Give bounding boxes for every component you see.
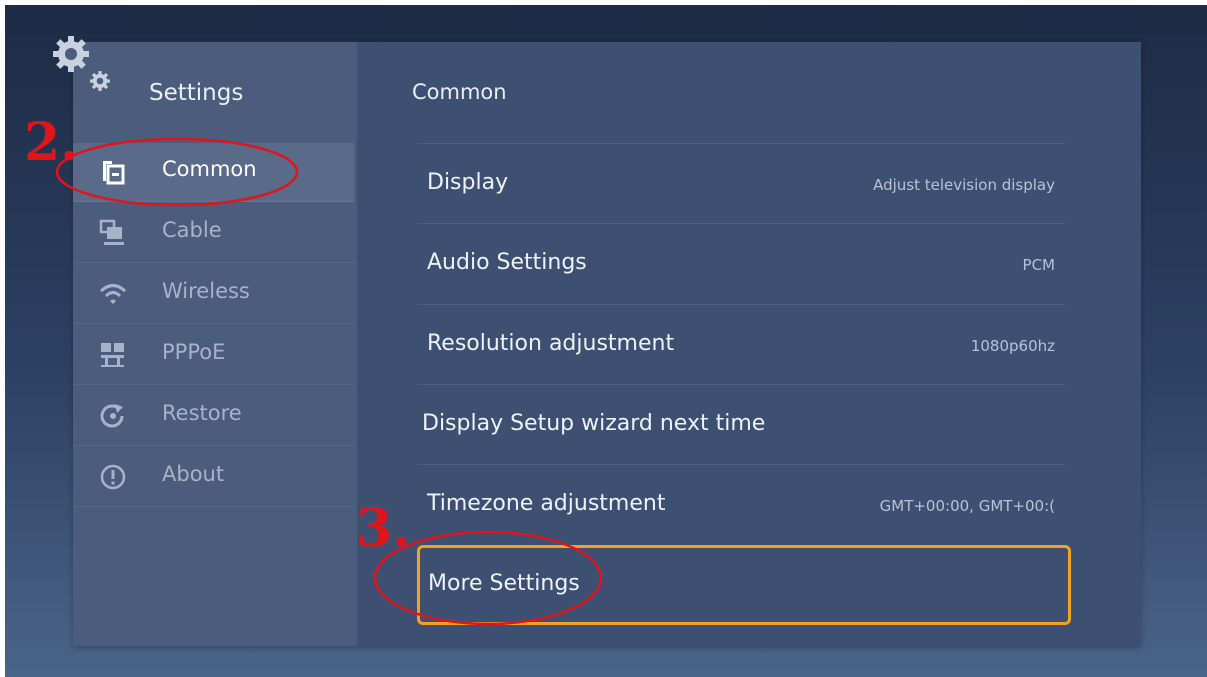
sidebar-item-label: Wireless xyxy=(162,279,250,303)
row-value: GMT+00:00, GMT+00:( xyxy=(879,497,1055,515)
pppoe-icon xyxy=(101,343,124,367)
page-title: Common xyxy=(412,80,507,104)
cable-icon xyxy=(99,219,124,245)
sidebar-item-cable[interactable]: Cable xyxy=(73,204,354,263)
row-label: More Settings xyxy=(428,571,580,596)
step-3-marker: 3. xyxy=(356,498,411,559)
sidebar: Settings Common Cable Wireless PPPoE Res… xyxy=(53,36,357,646)
main-content: Common Display Adjust television display… xyxy=(357,42,1141,646)
settings-row-display[interactable]: Display Adjust television display xyxy=(417,143,1065,224)
gear-icon xyxy=(90,71,110,91)
settings-row-more-settings[interactable]: More Settings xyxy=(417,545,1071,625)
step-2-marker: 2. xyxy=(24,112,79,173)
row-value: Adjust television display xyxy=(873,176,1055,194)
sidebar-item-label: Common xyxy=(162,157,257,181)
wireless-icon xyxy=(99,284,127,304)
sidebar-title: Settings xyxy=(149,80,244,106)
settings-row-timezone[interactable]: Timezone adjustment GMT+00:00, GMT+00:( xyxy=(417,464,1065,545)
sidebar-item-label: Restore xyxy=(162,401,242,425)
sidebar-item-label: Cable xyxy=(162,218,222,242)
tv-screen: Settings Common Cable Wireless PPPoE Res… xyxy=(5,5,1207,677)
row-label: Audio Settings xyxy=(427,250,587,275)
settings-panel: Settings Common Cable Wireless PPPoE Res… xyxy=(53,36,1141,646)
sidebar-item-pppoe[interactable]: PPPoE xyxy=(73,326,354,385)
row-label: Resolution adjustment xyxy=(427,331,675,356)
settings-row-audio[interactable]: Audio Settings PCM xyxy=(417,223,1065,304)
restore-icon xyxy=(100,404,124,428)
sidebar-item-about[interactable]: About xyxy=(73,448,354,507)
gear-icon xyxy=(53,36,89,72)
settings-row-setup-wizard[interactable]: Display Setup wizard next time xyxy=(417,384,1065,465)
common-icon xyxy=(103,161,125,185)
row-value: PCM xyxy=(1022,256,1055,274)
sidebar-item-label: PPPoE xyxy=(162,340,226,364)
sidebar-item-label: About xyxy=(162,462,225,486)
sidebar-item-restore[interactable]: Restore xyxy=(73,387,354,446)
row-label: Timezone adjustment xyxy=(427,491,666,516)
row-label: Display Setup wizard next time xyxy=(422,411,766,436)
settings-row-resolution[interactable]: Resolution adjustment 1080p60hz xyxy=(417,304,1065,385)
sidebar-item-common[interactable]: Common xyxy=(73,143,354,202)
about-icon xyxy=(100,464,126,490)
row-value: 1080p60hz xyxy=(970,337,1055,355)
row-label: Display xyxy=(427,170,509,195)
sidebar-item-wireless[interactable]: Wireless xyxy=(73,265,354,324)
